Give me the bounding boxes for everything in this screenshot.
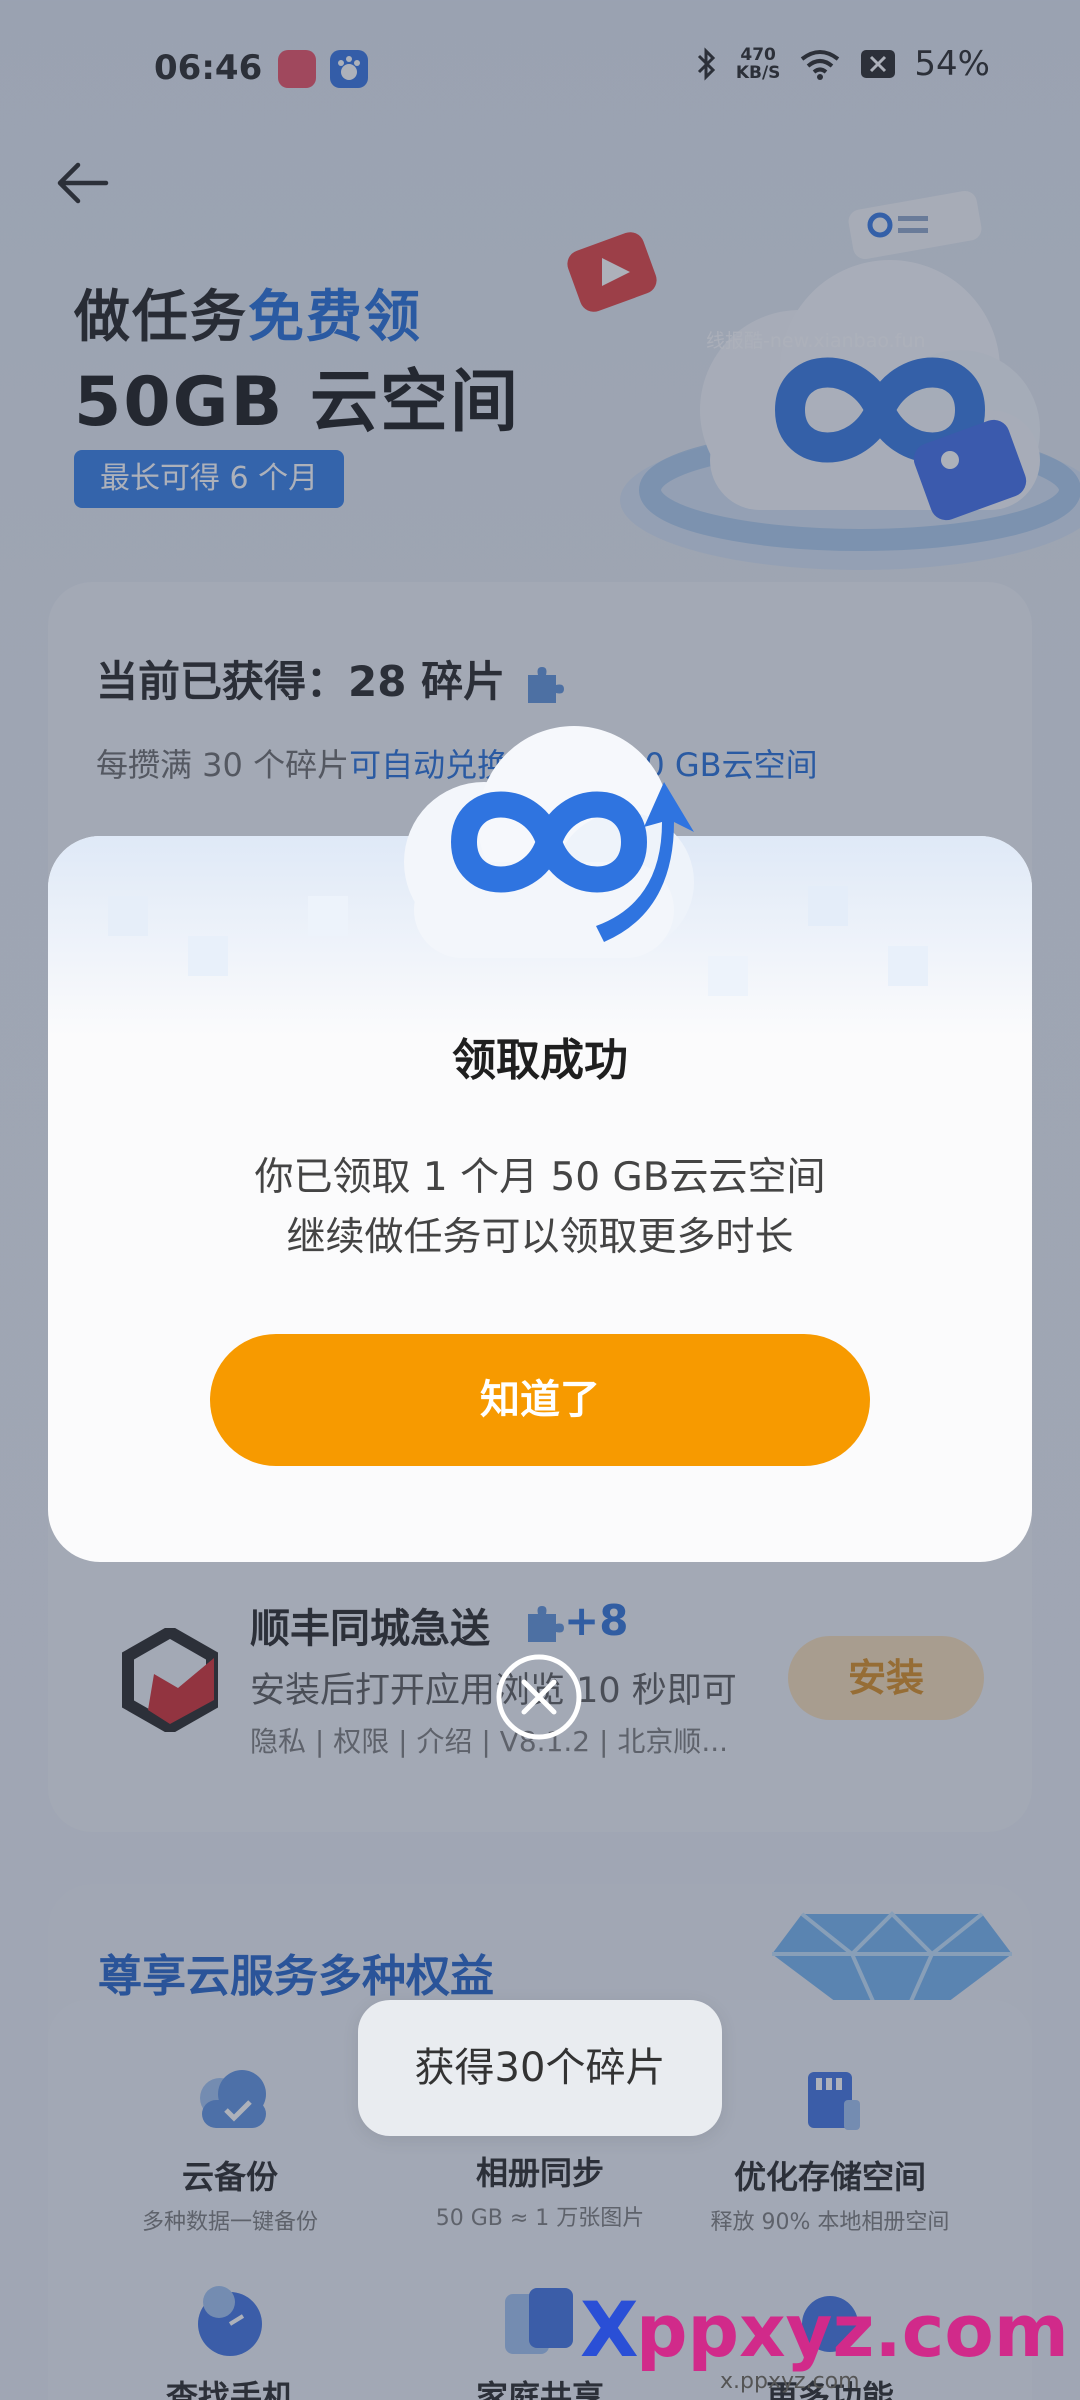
got-it-button[interactable]: 知道了 bbox=[210, 1334, 870, 1466]
watermark-sub: x.ppxyz.com bbox=[720, 2369, 860, 2394]
cloud-logo-icon bbox=[404, 726, 694, 958]
watermark-brand: ppxyz.com bbox=[636, 2289, 1069, 2373]
toast-message: 获得30个碎片 bbox=[358, 2000, 722, 2136]
dialog-message-line1: 你已领取 1 个月 50 GB云云空间 bbox=[254, 1155, 826, 1200]
svg-text:X: X bbox=[580, 2285, 639, 2374]
dialog-message-line2: 继续做任务可以领取更多时长 bbox=[286, 1215, 794, 1260]
ppxyz-watermark-logo: X ppxyz.com x.ppxyz.com bbox=[580, 2285, 1069, 2394]
close-dialog-icon[interactable] bbox=[494, 1652, 584, 1742]
dialog-title: 领取成功 bbox=[452, 1035, 628, 1086]
